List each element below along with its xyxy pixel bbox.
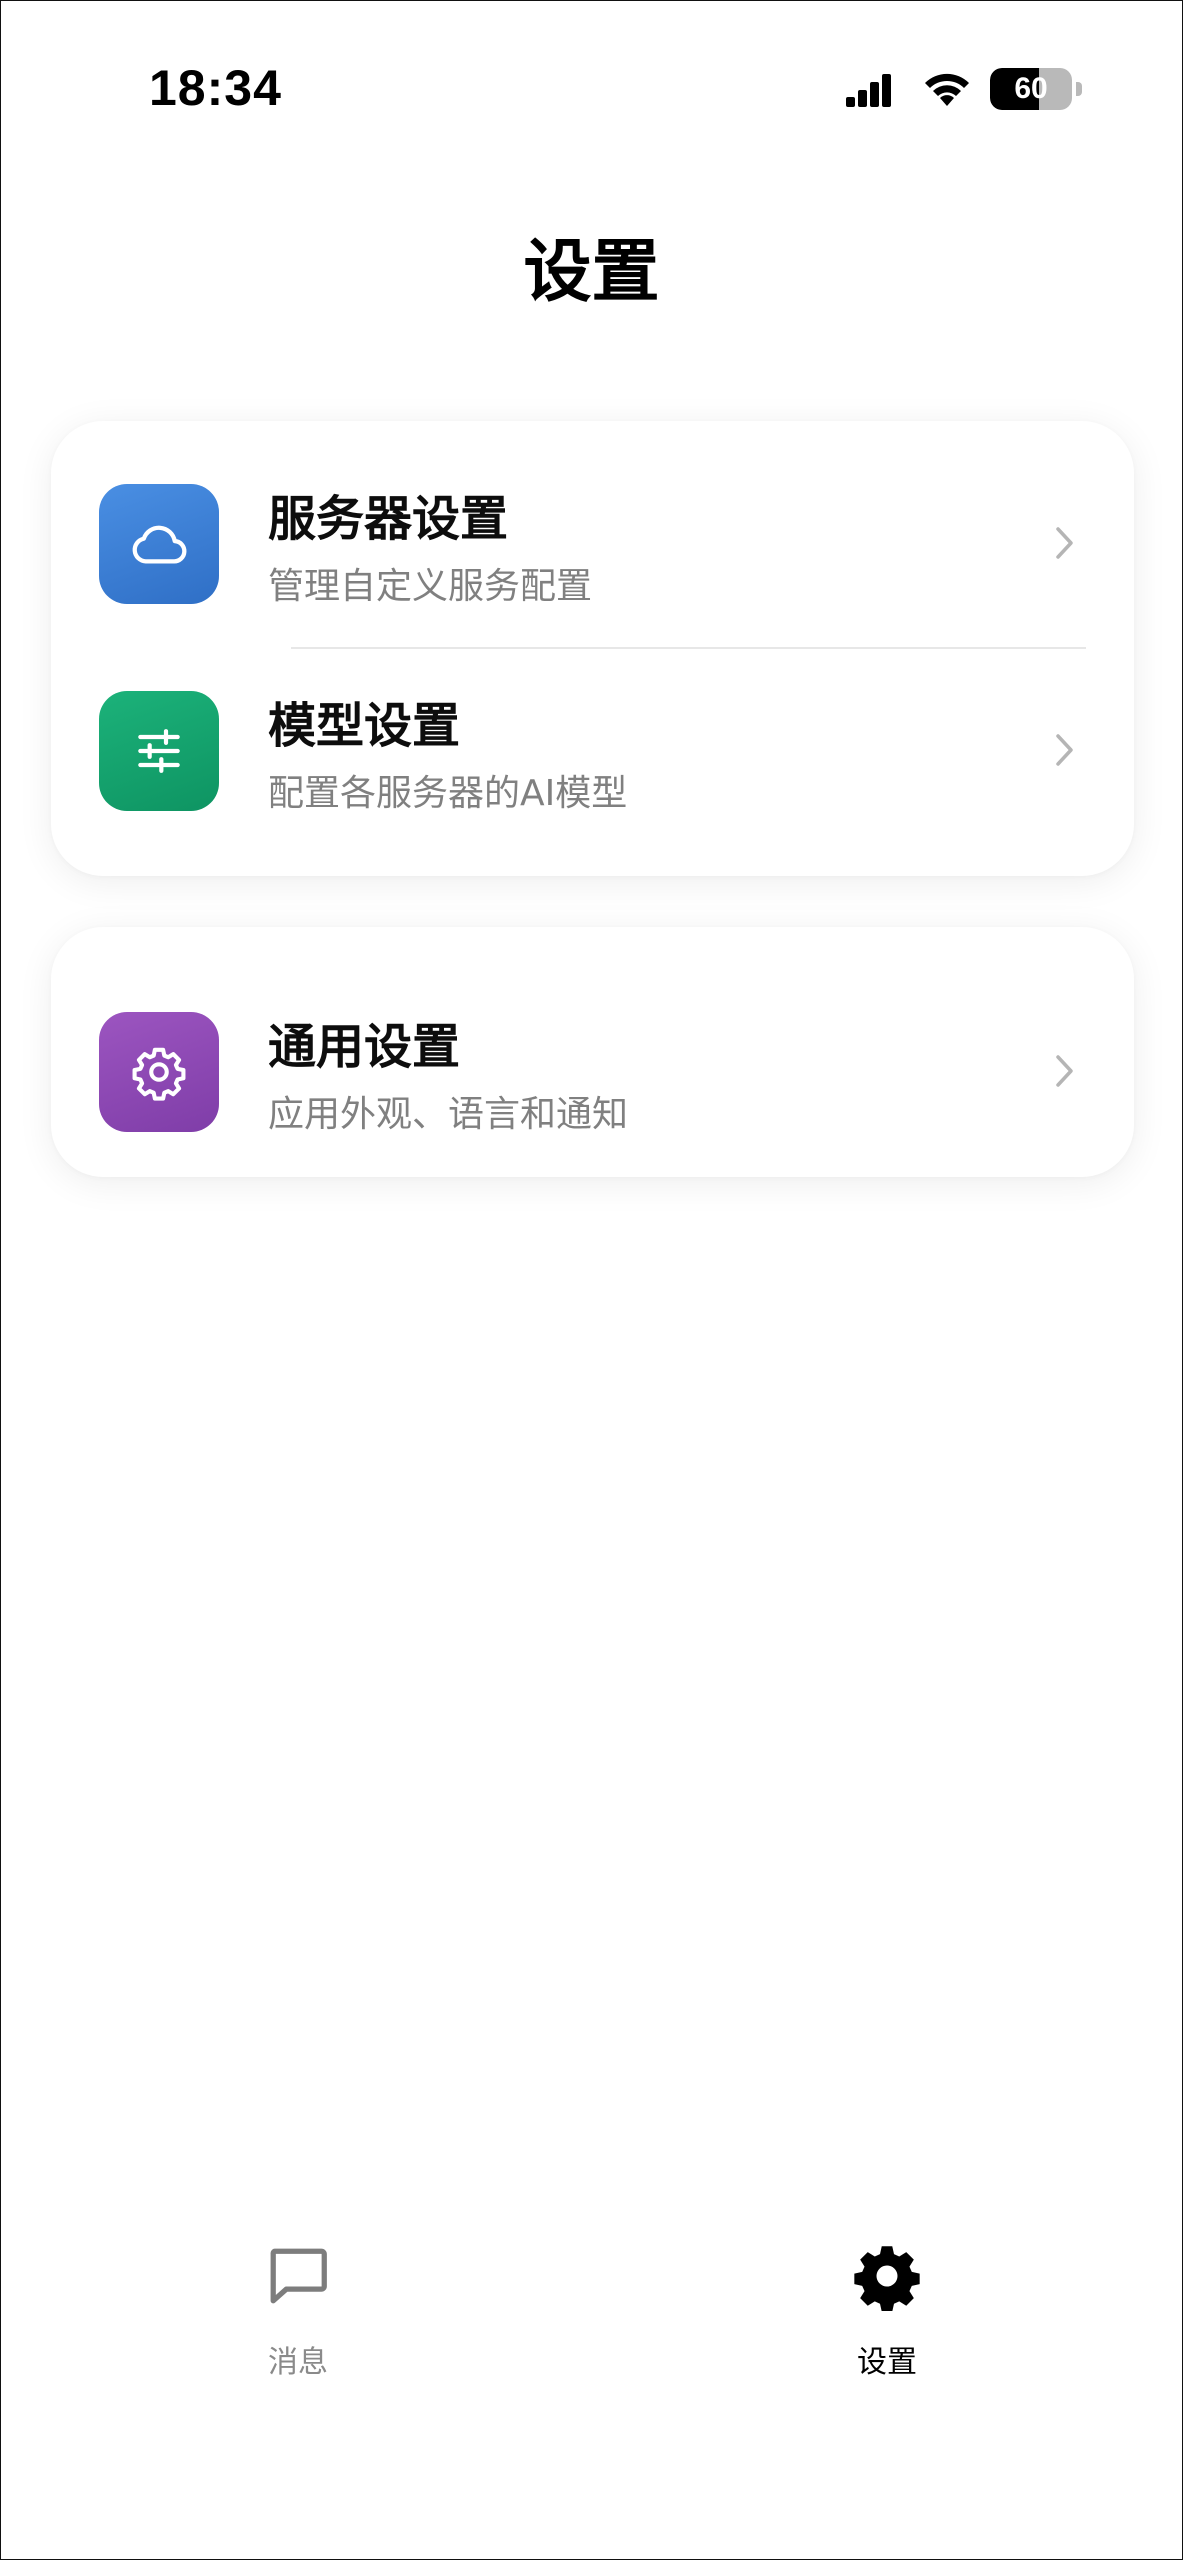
general-settings-row[interactable]: 通用设置 应用外观、语言和通知 [51,949,1134,1156]
model-settings-icon-tile [99,691,219,811]
tab-messages[interactable]: 消息 [188,2241,408,2381]
server-settings-subtitle: 管理自定义服务配置 [268,566,593,607]
battery-tip [1076,82,1082,96]
settings-group-1: 服务器设置 管理自定义服务配置 模型设置 配置各服务器的AI模型 [51,421,1134,876]
general-settings-title: 通用设置 [268,1019,461,1075]
page-title: 设置 [523,233,660,312]
server-settings-icon-tile [99,484,219,604]
settings-screen: 18:34 60 设置 服务器设置 管理自定义服务配置 模型设置 配置各服务器的… [0,0,1183,2560]
server-settings-title: 服务器设置 [268,491,509,547]
tab-settings-label: 设置 [857,2345,917,2380]
general-settings-icon-tile [99,1012,219,1132]
cellular-signal-icon [846,74,891,107]
bottom-tab-bar: 消息 设置 [1,2241,1182,2421]
cloud-icon [132,525,187,564]
chevron-right-icon [1056,527,1073,559]
status-icons: 60 [846,61,1082,117]
tab-messages-label: 消息 [268,2345,328,2380]
gear-icon [854,2246,920,2311]
chat-bubble-icon [270,2248,327,2304]
wifi-icon [925,73,969,106]
model-settings-row[interactable]: 模型设置 配置各服务器的AI模型 [51,628,1134,835]
chevron-right-icon [1056,734,1073,766]
sliders-icon [138,729,180,773]
battery-level: 60 [1014,72,1048,105]
model-settings-title: 模型设置 [268,698,461,754]
battery-indicator: 60 [990,68,1072,110]
status-time: 18:34 [149,60,282,116]
tab-settings[interactable]: 设置 [777,2241,997,2381]
server-settings-row[interactable]: 服务器设置 管理自定义服务配置 [51,421,1134,628]
settings-group-2: 通用设置 应用外观、语言和通知 [51,927,1134,1177]
gear-icon [132,1047,186,1101]
model-settings-subtitle: 配置各服务器的AI模型 [268,773,628,814]
general-settings-subtitle: 应用外观、语言和通知 [268,1094,629,1135]
chevron-right-icon [1056,1055,1073,1087]
